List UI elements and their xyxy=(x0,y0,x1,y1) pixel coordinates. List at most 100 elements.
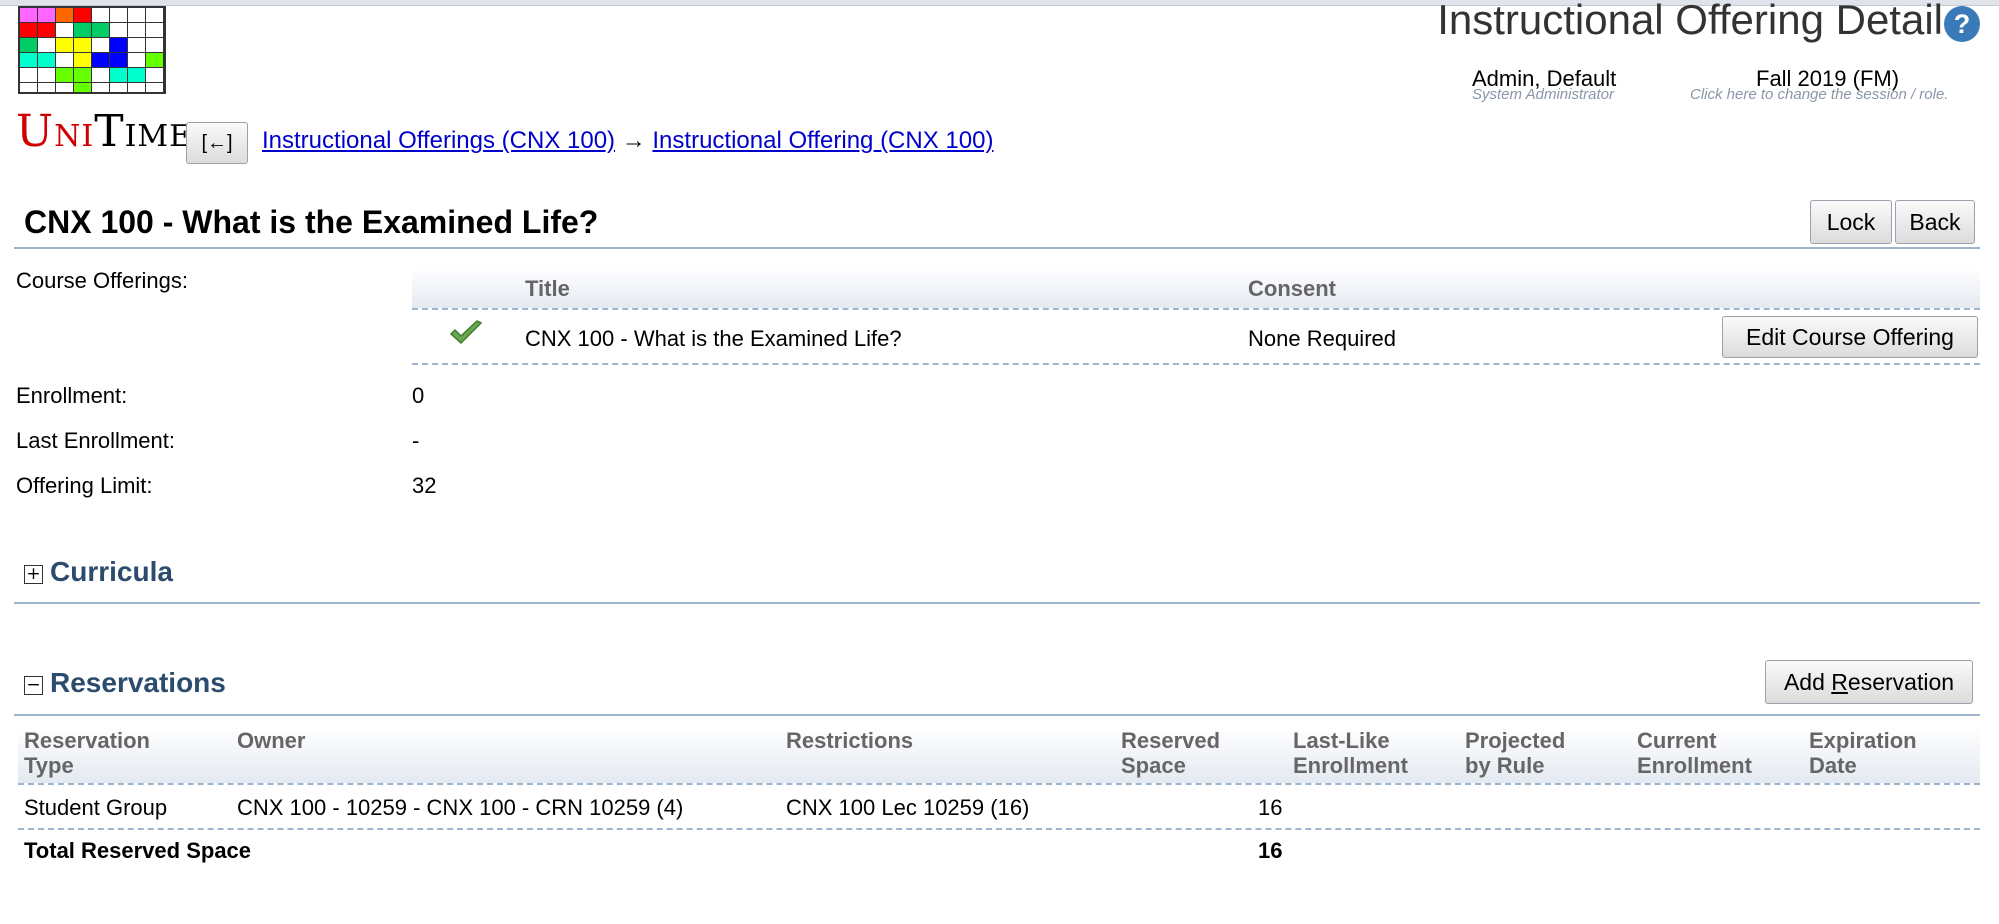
col-header-consent: Consent xyxy=(1248,276,1336,301)
breadcrumb-instructional-offering-link[interactable]: Instructional Offering (CNX 100) xyxy=(652,127,993,154)
curricula-expand-toggle[interactable]: + xyxy=(24,565,43,584)
logo-grid-cell xyxy=(92,8,110,22)
logo-grid-cell xyxy=(74,53,92,67)
lock-button[interactable]: Lock xyxy=(1810,200,1892,244)
logo-grid-cell xyxy=(38,38,56,52)
history-back-button[interactable]: [←] xyxy=(186,122,248,164)
col-header-title: Title xyxy=(525,276,570,301)
col-header-projected-by-rule: Projected by Rule xyxy=(1465,728,1565,778)
enrollment-value: 0 xyxy=(412,383,425,408)
logo-grid-cell xyxy=(92,83,110,92)
course-offerings-label: Course Offerings: xyxy=(16,268,189,293)
col-header-projected-line1: Projected xyxy=(1465,728,1566,753)
reservation-restrictions-cell[interactable]: CNX 100 Lec 10259 (16) xyxy=(786,795,1029,821)
checkmark-icon xyxy=(449,320,483,345)
logo-grid-row xyxy=(20,8,164,23)
col-header-reserved-space-line2: Space xyxy=(1121,753,1186,778)
logo-grid-cell xyxy=(146,53,164,67)
col-header-owner: Owner xyxy=(237,728,306,753)
logo-grid-row xyxy=(20,23,164,38)
add-reservation-accelerator: R xyxy=(1831,669,1848,695)
logo-grid-cell xyxy=(74,68,92,82)
unitime-logo-text[interactable]: UNITIME xyxy=(16,106,192,157)
course-offerings-table-header xyxy=(412,268,1980,310)
logo-grid-cell xyxy=(74,83,92,92)
col-header-current-line1: Current xyxy=(1637,728,1717,753)
logo-grid-cell xyxy=(38,53,56,67)
logo-grid-cell xyxy=(56,38,74,52)
col-header-reservation-type: Reservation Type xyxy=(24,728,150,778)
col-header-reserved-space: Reserved Space xyxy=(1121,728,1220,778)
logo-grid-cell xyxy=(56,83,74,92)
logo-grid-cell xyxy=(110,38,128,52)
logo-grid-cell xyxy=(38,83,56,92)
logo-grid-cell xyxy=(38,68,56,82)
logo-grid-cell xyxy=(20,23,38,37)
logo-grid-cell xyxy=(128,53,146,67)
logo-grid-row xyxy=(20,68,164,83)
logo-letters-ime: IME xyxy=(124,119,193,154)
add-reservation-button[interactable]: Add Reservation xyxy=(1765,660,1973,704)
page-title: CNX 100 - What is the Examined Life? xyxy=(24,204,599,240)
logo-grid-cell xyxy=(146,8,164,22)
logo-grid-cell xyxy=(20,83,38,92)
logo-grid-cell xyxy=(110,8,128,22)
logo-grid-cell xyxy=(146,38,164,52)
logo-grid-cell xyxy=(128,8,146,22)
reservation-reserved-space-cell[interactable]: 16 xyxy=(1258,795,1282,821)
logo-letter-u: U xyxy=(16,106,55,157)
reservations-collapse-toggle[interactable]: − xyxy=(24,676,43,695)
edit-course-offering-button[interactable]: Edit Course Offering xyxy=(1722,316,1978,358)
logo-letters-ni: NI xyxy=(54,119,95,154)
col-header-reservation-type-line2: Type xyxy=(24,753,74,778)
logo-grid-cell xyxy=(56,53,74,67)
col-header-current-line2: Enrollment xyxy=(1637,753,1752,778)
logo-grid-cell xyxy=(20,53,38,67)
reservation-type-cell[interactable]: Student Group xyxy=(24,795,167,821)
curricula-divider xyxy=(14,602,1980,604)
logo-grid-cell xyxy=(128,83,146,92)
logo-grid-cell xyxy=(128,23,146,37)
logo-grid-cell xyxy=(74,23,92,37)
total-reserved-space-value: 16 xyxy=(1258,838,1283,863)
reservation-owner-cell[interactable]: CNX 100 - 10259 - CNX 100 - CRN 10259 (4… xyxy=(237,795,683,821)
col-header-reservation-type-line1: Reservation xyxy=(24,728,150,753)
logo-grid-cell xyxy=(92,23,110,37)
logo-grid-cell xyxy=(56,8,74,22)
breadcrumb: Instructional Offerings (CNX 100) → Inst… xyxy=(262,127,993,155)
help-icon[interactable]: ? xyxy=(1944,6,1980,42)
logo-grid-row xyxy=(20,83,164,92)
col-header-last-like-line2: Enrollment xyxy=(1293,753,1408,778)
back-button[interactable]: Back xyxy=(1895,200,1975,244)
breadcrumb-instructional-offerings-link[interactable]: Instructional Offerings (CNX 100) xyxy=(262,127,615,154)
course-offering-consent: None Required xyxy=(1248,326,1396,351)
title-divider xyxy=(14,247,1980,249)
curricula-section-title[interactable]: Curricula xyxy=(50,556,173,588)
page-header-title: Instructional Offering Detail xyxy=(1437,0,1943,43)
logo-grid-cell xyxy=(146,83,164,92)
logo-grid-cell xyxy=(74,38,92,52)
logo-grid-cell xyxy=(110,83,128,92)
offering-limit-label: Offering Limit: xyxy=(16,473,153,498)
enrollment-label: Enrollment: xyxy=(16,383,128,408)
logo-grid-row xyxy=(20,53,164,68)
col-header-expiration-date: Expiration Date xyxy=(1809,728,1917,778)
reservations-row-divider xyxy=(18,828,1980,830)
user-role: System Administrator xyxy=(1472,86,1614,103)
total-reserved-space-label: Total Reserved Space xyxy=(24,838,252,863)
logo-grid-cell xyxy=(146,68,164,82)
logo-grid-cell xyxy=(38,8,56,22)
logo-grid-cell xyxy=(92,53,110,67)
col-header-expiration-line2: Date xyxy=(1809,753,1857,778)
col-header-last-like-line1: Last-Like xyxy=(1293,728,1390,753)
logo-grid-cell xyxy=(38,23,56,37)
unitime-logo-grid[interactable] xyxy=(18,6,166,94)
logo-grid-cell xyxy=(110,68,128,82)
session-change-hint[interactable]: Click here to change the session / role. xyxy=(1690,86,1948,103)
add-reservation-label-start: Add xyxy=(1783,669,1832,695)
logo-grid-row xyxy=(20,38,164,53)
reservations-section-title[interactable]: Reservations xyxy=(50,667,226,699)
col-header-projected-line2: by Rule xyxy=(1465,753,1545,778)
col-header-restrictions: Restrictions xyxy=(786,728,914,753)
logo-grid-cell xyxy=(110,53,128,67)
